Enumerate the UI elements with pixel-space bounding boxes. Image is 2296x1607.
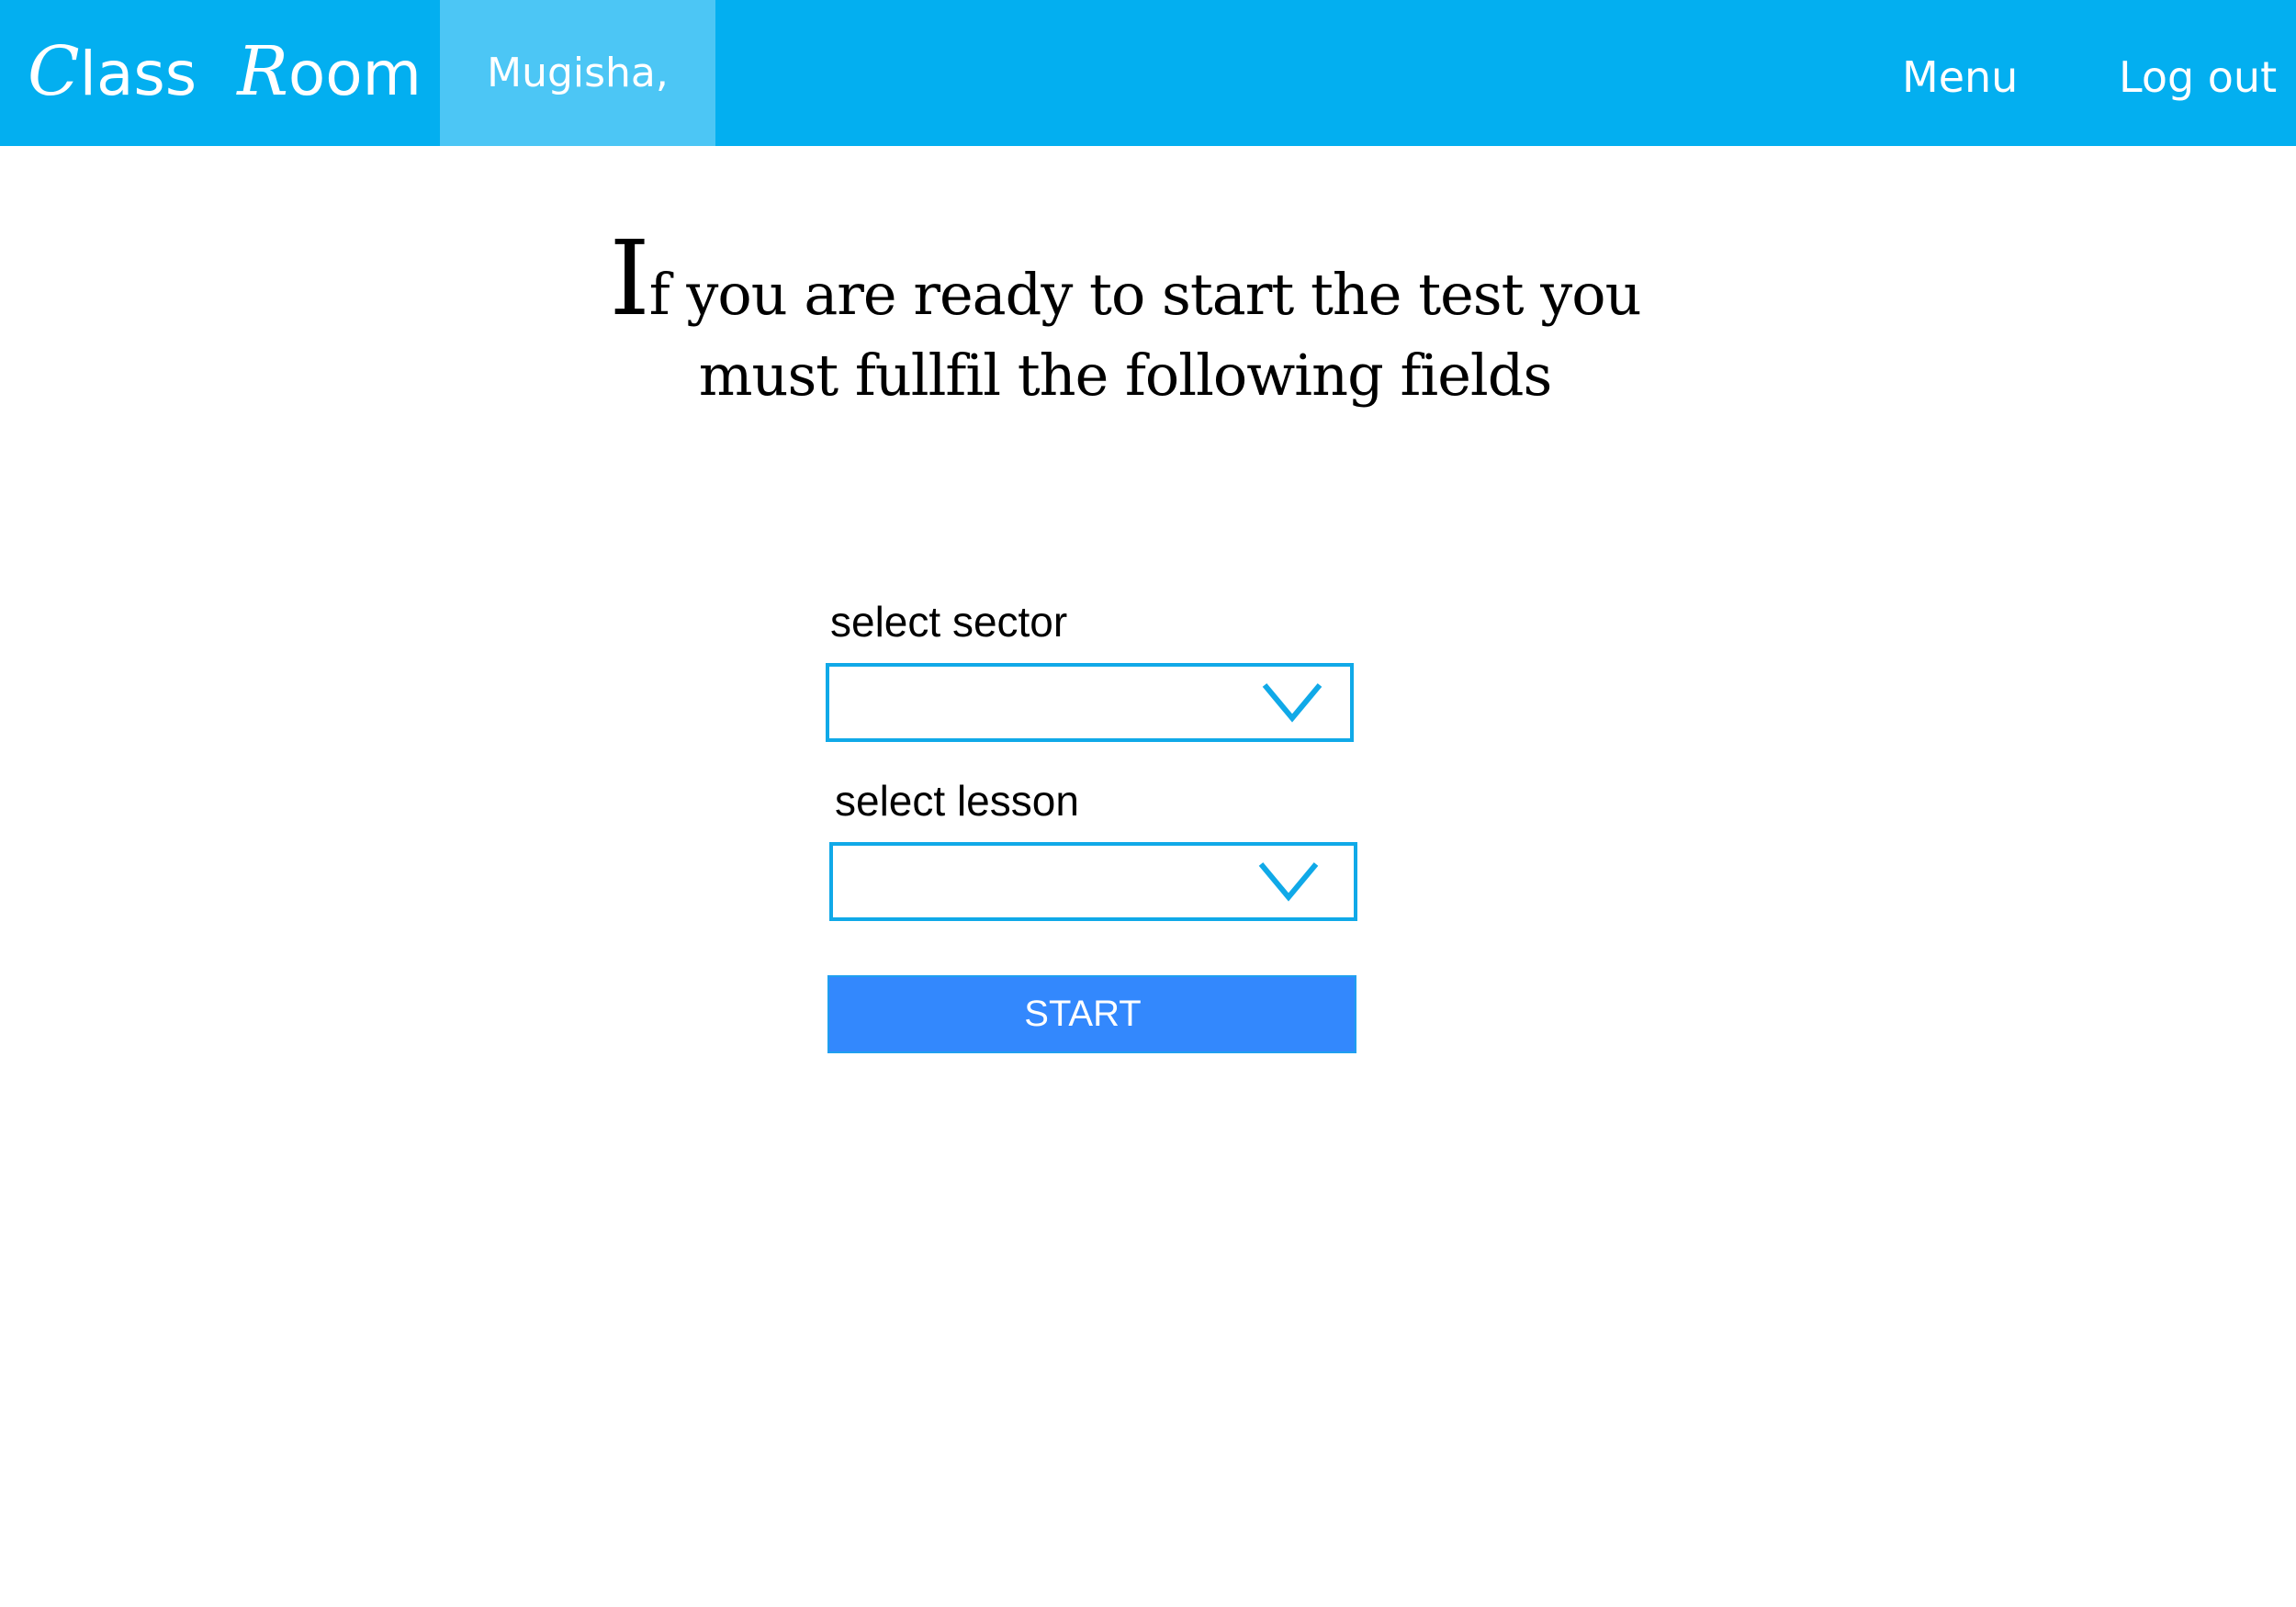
chevron-down-icon (1262, 683, 1322, 723)
brand-initial-c: C (28, 32, 80, 111)
heading-line-2: must fullfil the following fields (698, 342, 1553, 409)
logout-link[interactable]: Log out (2119, 0, 2277, 154)
brand-word-class: lass (79, 39, 197, 109)
heading-initial: I (609, 219, 649, 339)
brand-logo[interactable]: Class Room (28, 26, 422, 118)
menu-link[interactable]: Menu (1902, 0, 2018, 154)
heading-line-1: f you are ready to start the test you (648, 261, 1642, 328)
sector-select[interactable] (826, 663, 1354, 742)
chevron-down-icon (1258, 862, 1319, 902)
brand-initial-r: R (237, 32, 288, 111)
top-navbar: Class Room Mugisha, Menu Log out (0, 0, 2296, 146)
lesson-select[interactable] (829, 842, 1357, 921)
page-heading: If you are ready to start the test you m… (551, 228, 1699, 416)
sector-label: select sector (830, 598, 1068, 646)
brand-word-room: oom (287, 39, 422, 109)
start-button[interactable]: START (827, 975, 1356, 1053)
lesson-label: select lesson (835, 777, 1079, 825)
user-greeting[interactable]: Mugisha, (440, 0, 715, 146)
